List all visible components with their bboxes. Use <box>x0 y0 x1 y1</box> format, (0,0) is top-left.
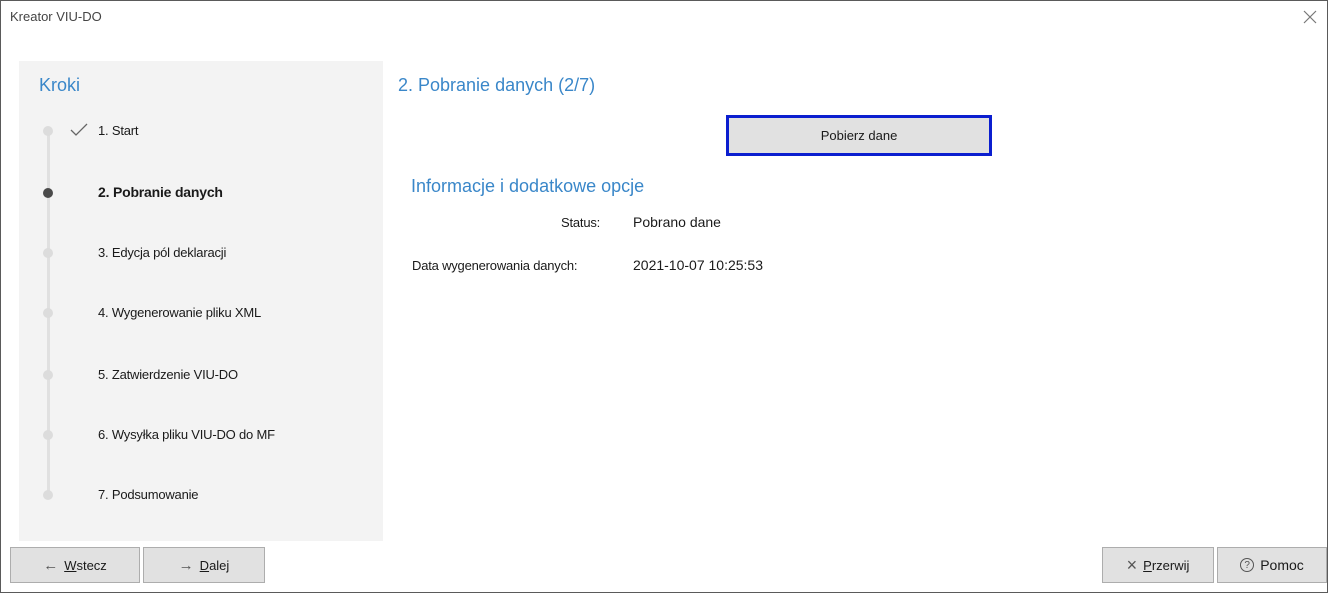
step-wygenerowanie-xml[interactable]: 4. Wygenerowanie pliku XML <box>19 301 383 325</box>
step-label: 5. Zatwierdzenie VIU-DO <box>98 367 238 382</box>
abort-button[interactable]: × Przerwij <box>1102 547 1214 583</box>
step-dot-active <box>43 188 53 198</box>
arrow-left-icon: ← <box>43 556 59 574</box>
step-dot <box>43 490 53 500</box>
step-dot <box>43 248 53 258</box>
step-label: 4. Wygenerowanie pliku XML <box>98 305 262 320</box>
close-icon[interactable] <box>1297 5 1323 29</box>
wizard-window: Kreator VIU-DO Kroki 1. Start 2. Pobrani… <box>0 0 1328 593</box>
step-dot <box>43 370 53 380</box>
abort-button-label: Przerwij <box>1143 557 1190 573</box>
step-start[interactable]: 1. Start <box>19 119 383 143</box>
next-button[interactable]: → Dalej <box>143 547 265 583</box>
status-label: Status: <box>561 215 601 230</box>
checkmark-icon <box>69 122 89 143</box>
step-dot <box>43 430 53 440</box>
close-icon: × <box>1126 555 1138 575</box>
help-button-label: Pomoc <box>1260 557 1304 573</box>
window-title: Kreator VIU-DO <box>10 9 102 24</box>
step-pobranie-danych[interactable]: 2. Pobranie danych <box>19 181 383 205</box>
step-label: 3. Edycja pól deklaracji <box>98 245 227 260</box>
title-bar: Kreator VIU-DO <box>1 1 1327 33</box>
section-title: Informacje i dodatkowe opcje <box>411 176 645 196</box>
next-button-label: Dalej <box>199 557 230 573</box>
step-dot <box>43 308 53 318</box>
steps-title: Kroki <box>39 75 81 95</box>
step-wysylka[interactable]: 6. Wysyłka pliku VIU-DO do MF <box>19 423 383 447</box>
back-button[interactable]: ← Wstecz <box>10 547 140 583</box>
help-button[interactable]: ? Pomoc <box>1217 547 1327 583</box>
step-dot <box>43 126 53 136</box>
step-edycja-pol[interactable]: 3. Edycja pól deklaracji <box>19 241 383 265</box>
status-value: Pobrano dane <box>633 214 721 230</box>
step-label: 7. Podsumowanie <box>98 487 199 502</box>
steps-sidebar: Kroki 1. Start 2. Pobranie danych 3. Edy… <box>19 61 383 541</box>
step-label: 2. Pobranie danych <box>98 184 223 200</box>
step-label: 6. Wysyłka pliku VIU-DO do MF <box>98 427 275 442</box>
page-title: 2. Pobranie danych (2/7) <box>398 75 596 95</box>
date-value: 2021-10-07 10:25:53 <box>633 257 763 273</box>
step-podsumowanie[interactable]: 7. Podsumowanie <box>19 483 383 507</box>
step-label: 1. Start <box>98 123 139 138</box>
back-button-label: Wstecz <box>64 557 107 573</box>
arrow-right-icon: → <box>178 556 194 574</box>
step-zatwierdzenie[interactable]: 5. Zatwierdzenie VIU-DO <box>19 363 383 387</box>
fetch-data-button[interactable]: Pobierz dane <box>726 115 992 156</box>
help-icon: ? <box>1240 558 1255 572</box>
date-label: Data wygenerowania danych: <box>412 258 578 273</box>
